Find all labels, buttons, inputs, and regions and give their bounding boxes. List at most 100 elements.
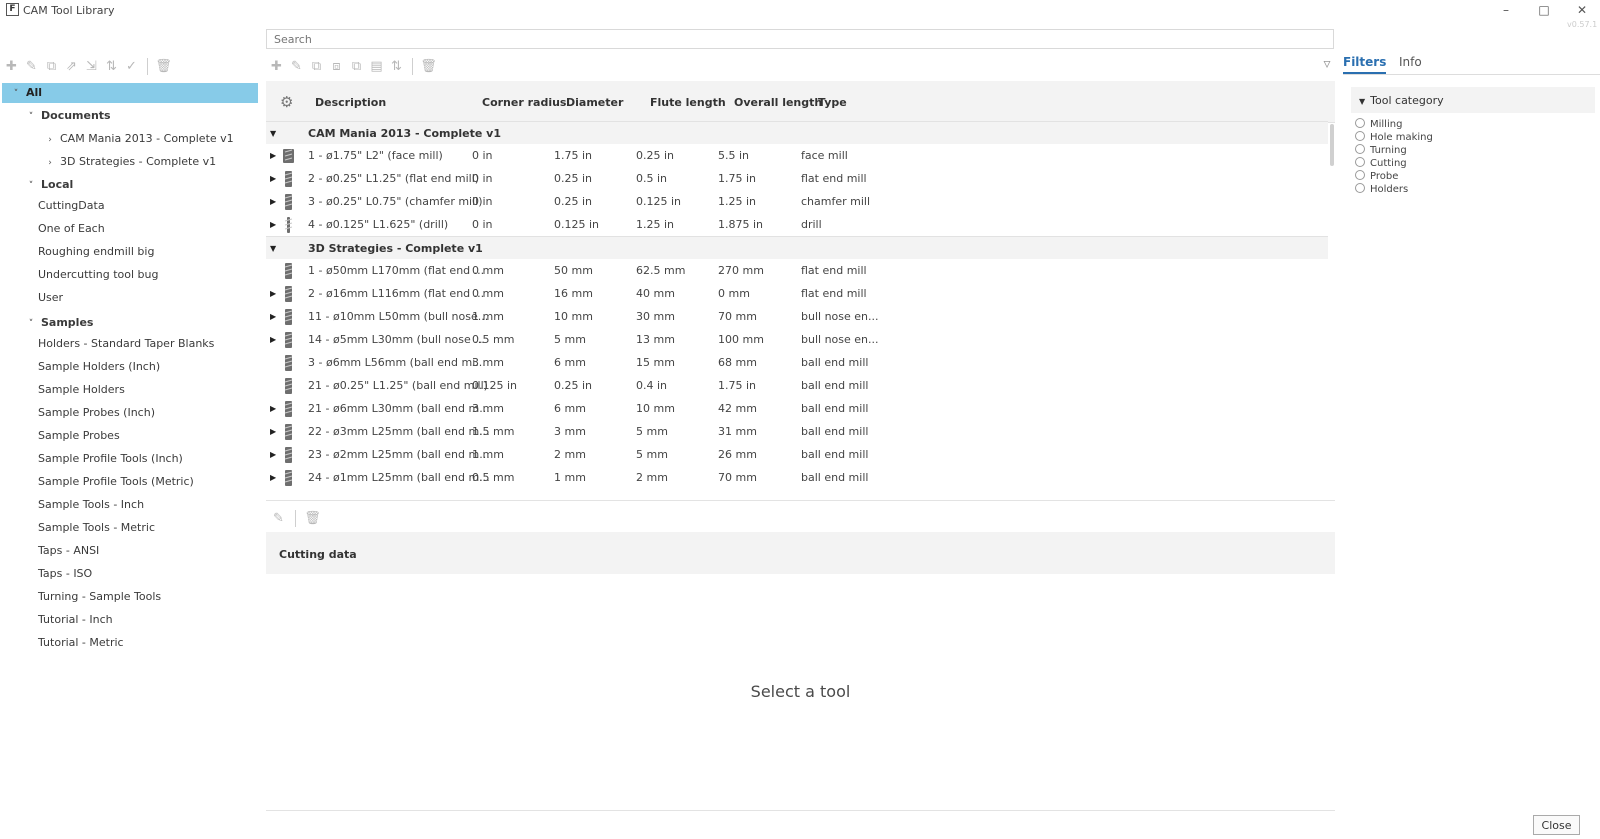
tree-item[interactable]: Sample Profile Tools (Metric) [0,472,258,492]
window-close-button[interactable]: ✕ [1572,2,1592,18]
tree-item[interactable]: ˅ Documents [0,106,258,126]
radio-icon[interactable] [1355,183,1365,193]
tool-category-header[interactable]: ▼ Tool category [1351,87,1595,113]
renumber-icon[interactable]: ⇅ [102,57,121,76]
chevron-right-icon[interactable]: ▶ [270,282,276,305]
tab-filters[interactable]: Filters [1343,55,1387,74]
clear-filter-icon[interactable]: ▿ [1316,56,1338,76]
tree-item[interactable]: User [0,288,258,308]
print-icon[interactable]: ▤ [367,57,386,76]
tree-item[interactable]: Tutorial - Metric [0,633,258,653]
category-option[interactable]: Turning [1355,144,1407,157]
table-group-row[interactable]: ▼ CAM Mania 2013 - Complete v1 [266,121,1328,144]
edit-tool-icon[interactable]: ✎ [287,57,306,76]
search-input[interactable] [266,29,1334,49]
radio-icon[interactable] [1355,170,1365,180]
category-option[interactable]: Hole making [1355,131,1433,144]
col-description[interactable]: Description [315,96,386,109]
add-tool-icon[interactable]: ✚ [267,57,286,76]
tree-item[interactable]: ˅ Samples [0,313,258,333]
tree-item[interactable]: Tutorial - Inch [0,610,258,630]
import-icon[interactable]: ⇲ [82,57,101,76]
edit-cutting-data-icon[interactable]: ✎ [269,509,288,528]
category-option[interactable]: Cutting [1355,157,1407,170]
gear-icon[interactable]: ⚙ [280,93,293,111]
tree-item[interactable]: ˅ All [2,83,258,103]
tree-item[interactable]: › 3D Strategies - Complete v1 [0,152,258,172]
chevron-right-icon[interactable]: ▶ [270,420,276,443]
table-row[interactable]: ▶ 4 - ø0.125" L1.625" (drill) 0 in 0.125 in… [266,213,1328,236]
duplicate-icon[interactable]: ⧉ [42,57,61,76]
chevron-down-icon[interactable]: ▼ [270,122,276,145]
tree-item[interactable]: Sample Tools - Inch [0,495,258,515]
tree-item[interactable]: Sample Tools - Metric [0,518,258,538]
table-row[interactable]: ▶ 11 - ø10mm L50mm (bull nose... 1 mm 10 mm… [266,305,1328,328]
table-row[interactable]: ▶ 1 - ø1.75" L2" (face mill) 0 in 1.75 in 0.… [266,144,1328,167]
chevron-right-icon[interactable]: ▶ [270,190,276,213]
copy-icon[interactable]: ⧉ [307,57,326,76]
col-overall-length[interactable]: Overall length [734,96,822,109]
clean-icon[interactable]: ✓ [122,57,141,76]
radio-icon[interactable] [1355,118,1365,128]
chevron-down-icon[interactable]: ˅ [25,176,37,196]
delete-tool-icon[interactable]: 🗑 [419,57,438,76]
tree-item[interactable]: CuttingData [0,196,258,216]
category-option[interactable]: Holders [1355,183,1408,196]
table-row[interactable]: ▶ 24 - ø1mm L25mm (ball end m... 0.5 mm 1 m… [266,466,1328,489]
category-option[interactable]: Probe [1355,170,1398,183]
tree-item[interactable]: Holders - Standard Taper Blanks [0,334,258,354]
renumber-tools-icon[interactable]: ⇅ [387,57,406,76]
tree-item[interactable]: Sample Profile Tools (Inch) [0,449,258,469]
delete-library-icon[interactable]: 🗑 [154,57,173,76]
chevron-right-icon[interactable]: ▶ [270,466,276,489]
radio-icon[interactable] [1355,131,1365,141]
chevron-down-icon[interactable]: ˅ [25,107,37,127]
table-group-row[interactable]: ▼ 3D Strategies - Complete v1 [266,236,1328,259]
tab-info[interactable]: Info [1399,55,1422,72]
chevron-right-icon[interactable]: › [44,130,56,150]
chevron-right-icon[interactable]: ▶ [270,397,276,420]
tree-item[interactable]: Roughing endmill big [0,242,258,262]
rename-icon[interactable]: ✎ [22,57,41,76]
delete-cutting-data-icon[interactable]: 🗑 [303,509,322,528]
category-option[interactable]: Milling [1355,118,1402,131]
chevron-right-icon[interactable]: ▶ [270,443,276,466]
table-row[interactable]: ▶ 23 - ø2mm L25mm (ball end m... 1 mm 2 mm 5… [266,443,1328,466]
tree-item[interactable]: Taps - ANSI [0,541,258,561]
col-flute-length[interactable]: Flute length [650,96,726,109]
col-diameter[interactable]: Diameter [566,96,623,109]
minimize-button[interactable]: – [1496,2,1516,18]
tree-item[interactable]: Undercutting tool bug [0,265,258,285]
maximize-button[interactable]: □ [1534,2,1554,18]
chevron-right-icon[interactable]: ▶ [270,167,276,190]
add-library-icon[interactable]: ✚ [2,57,21,76]
tree-item[interactable]: › CAM Mania 2013 - Complete v1 [0,129,258,149]
table-row[interactable]: 3 - ø6mm L56mm (ball end mi... 3 mm 6 mm 15… [266,351,1328,374]
chevron-right-icon[interactable]: › [44,153,56,173]
chevron-down-icon[interactable]: ▼ [270,237,276,260]
radio-icon[interactable] [1355,157,1365,167]
chevron-right-icon[interactable]: ▶ [270,328,276,351]
tree-item[interactable]: Taps - ISO [0,564,258,584]
duplicate-tool-icon[interactable]: ⧉ [347,57,366,76]
chevron-down-icon[interactable]: ˅ [25,314,37,334]
col-type[interactable]: Type [818,96,847,109]
tree-item[interactable]: Turning - Sample Tools [0,587,258,607]
chevron-right-icon[interactable]: ▶ [270,213,276,236]
tree-item[interactable]: Sample Holders [0,380,258,400]
chevron-down-icon[interactable]: ˅ [10,84,22,104]
table-row[interactable]: ▶ 2 - ø0.25" L1.25" (flat end mill) 0 in 0.… [266,167,1328,190]
paste-icon[interactable]: ⧈ [327,57,346,76]
tree-item[interactable]: One of Each [0,219,258,239]
table-row[interactable]: ▶ 21 - ø6mm L30mm (ball end m... 3 mm 6 mm 1… [266,397,1328,420]
table-row[interactable]: ▶ 2 - ø16mm L116mm (flat end ... 0 mm 16 mm… [266,282,1328,305]
chevron-right-icon[interactable]: ▶ [270,144,276,167]
radio-icon[interactable] [1355,144,1365,154]
table-row[interactable]: 21 - ø0.25" L1.25" (ball end mill) 0.125 … [266,374,1328,397]
tree-item[interactable]: Sample Probes [0,426,258,446]
tree-item[interactable]: Sample Holders (Inch) [0,357,258,377]
table-scrollbar[interactable] [1330,124,1334,166]
col-corner-radius[interactable]: Corner radius [482,96,566,109]
tree-item[interactable]: ˅ Local [0,175,258,195]
chevron-right-icon[interactable]: ▶ [270,305,276,328]
